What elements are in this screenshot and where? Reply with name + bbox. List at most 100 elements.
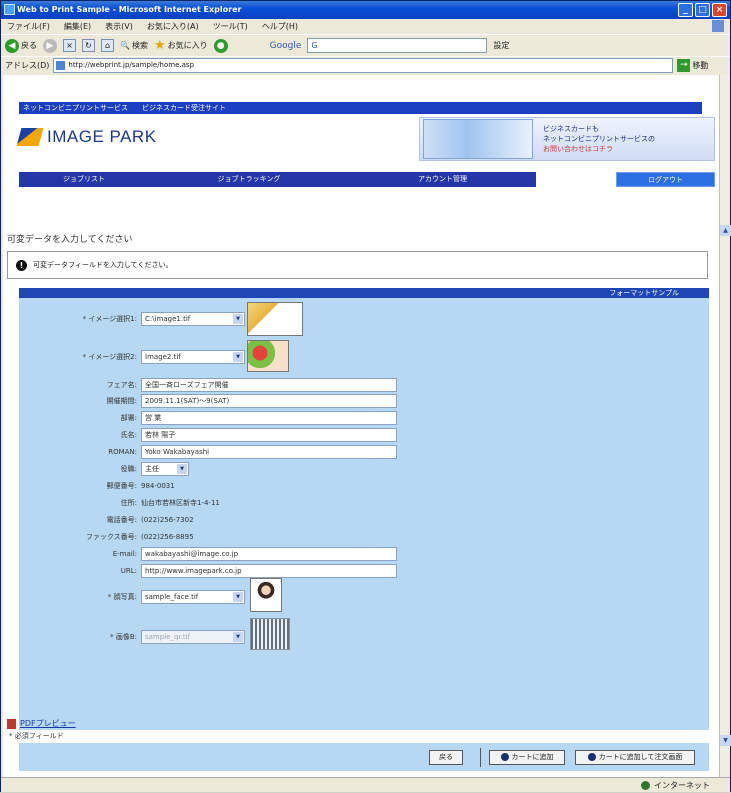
address-bar: アドレス(D) http://webprint.jp/sample/home.a…	[1, 56, 730, 74]
banner-image	[423, 119, 533, 159]
image1-label: * イメージ選択1:	[82, 315, 137, 323]
windows-logo-icon	[712, 20, 724, 32]
scroll-up-icon[interactable]: ▲	[720, 225, 731, 236]
period-input[interactable]: 2009.11.1(SAT)〜9(SAT)	[141, 394, 397, 408]
action-bar: 戻る カートに追加 カートに追加して注文画面	[19, 743, 709, 771]
add-to-cart-button[interactable]: カートに追加	[489, 750, 565, 765]
back-page-button[interactable]: 戻る	[429, 750, 463, 765]
google-label: Google	[269, 40, 302, 51]
dept-label: 部署:	[120, 414, 137, 422]
scroll-down-icon[interactable]: ▼	[720, 735, 731, 746]
pdf-icon	[7, 718, 16, 729]
cart-icon	[587, 753, 596, 761]
menu-bar: ファイル(F) 編集(E) 表示(V) お気に入り(A) ツール(T) ヘルプ(…	[1, 19, 730, 34]
image2-label: * イメージ選択2:	[82, 353, 137, 361]
page-icon	[56, 61, 66, 70]
chevron-down-icon: ▼	[233, 592, 243, 602]
name-input[interactable]: 若林 陽子	[141, 428, 397, 442]
minimize-button[interactable]: _	[678, 3, 693, 17]
maximize-button[interactable]: □	[695, 3, 710, 17]
photo-thumbnail	[250, 578, 282, 612]
menu-tools[interactable]: ツール(T)	[213, 19, 248, 34]
vertical-scrollbar[interactable]: ▲ ▼	[719, 75, 731, 777]
site-logo[interactable]: IMAGE PARK	[16, 127, 157, 147]
security-zone: インターネット	[641, 778, 710, 793]
menu-favorites[interactable]: お気に入り(A)	[147, 19, 199, 34]
back-button[interactable]: ◀ 戻る	[5, 37, 37, 55]
menu-file[interactable]: ファイル(F)	[7, 19, 50, 34]
chevron-down-icon: ▼	[233, 352, 243, 362]
url-label: URL:	[120, 567, 137, 575]
back-arrow-icon: ◀	[5, 38, 19, 53]
banner-line-1: ビジネスカードも	[543, 125, 599, 133]
image1-thumbnail	[247, 302, 303, 336]
tel-label: 電話番号:	[106, 516, 137, 524]
required-note: * 必須フィールド	[9, 732, 64, 740]
menu-edit[interactable]: 編集(E)	[64, 19, 91, 34]
event-input[interactable]: 全国一斉ローズフェア開催	[141, 378, 397, 392]
title-bar: Web to Print Sample - Microsoft Internet…	[1, 1, 730, 19]
banner-line-3: お問い合わせはコチラ	[543, 145, 613, 153]
image1-select[interactable]: C:\image1.tif ▼	[141, 312, 245, 326]
google-search-input[interactable]: G	[307, 38, 488, 53]
add-to-cart-order-button[interactable]: カートに追加して注文画面	[575, 750, 695, 765]
top-link-strip: ネットコンビニプリントサービス ビジネスカード受注サイト	[19, 102, 702, 114]
forward-arrow-icon: ▶	[43, 38, 57, 53]
refresh-icon[interactable]: ↻	[82, 39, 95, 52]
status-bar: インターネット	[1, 777, 730, 792]
variable-data-form: フォーマットサンプル * イメージ選択1: C:\image1.tif ▼ * …	[19, 288, 709, 730]
go-arrow-icon: →	[677, 59, 691, 72]
stop-icon[interactable]: ×	[63, 39, 76, 52]
qr-label: * 画像B:	[110, 633, 137, 641]
close-button[interactable]: ×	[712, 3, 727, 17]
email-input[interactable]: wakabayashi@image.co.jp	[141, 547, 397, 561]
promo-banner[interactable]: ビジネスカードも ネットコンビニプリントサービスの お問い合わせはコチラ	[419, 117, 715, 161]
roman-label: ROMAN:	[108, 448, 137, 456]
nav-account[interactable]: アカウント管理	[349, 172, 536, 187]
logout-button[interactable]: ログアウト	[616, 172, 715, 187]
url-input[interactable]: http://www.imagepark.co.jp	[141, 564, 397, 578]
tel-value: (022)256-7302	[141, 516, 194, 524]
go-button[interactable]: → 移動	[677, 59, 708, 72]
settings-button[interactable]: 設定	[493, 37, 509, 55]
top-link-netconveni[interactable]: ネットコンビニプリントサービス	[23, 102, 128, 114]
star-icon: ★	[153, 38, 166, 53]
top-link-businesscard[interactable]: ビジネスカード受注サイト	[142, 102, 226, 114]
photo-select[interactable]: sample_face.tif ▼	[141, 590, 245, 604]
forward-button[interactable]: ▶	[43, 37, 57, 55]
address-input[interactable]: http://webprint.jp/sample/home.asp	[53, 58, 674, 73]
home-icon[interactable]: ⌂	[101, 39, 114, 52]
nav-joblist[interactable]: ジョブリスト	[19, 172, 149, 187]
ie-icon	[4, 4, 15, 15]
nav-jobtracking[interactable]: ジョブトラッキング	[149, 172, 349, 187]
fax-label: ファックス番号:	[85, 533, 137, 541]
globe-icon	[641, 781, 650, 790]
period-label: 開催期間:	[106, 397, 137, 405]
main-nav: ジョブリスト ジョブトラッキング アカウント管理	[19, 172, 536, 187]
pdf-preview-link[interactable]: PDFプレビュー	[7, 718, 76, 729]
browser-window: Web to Print Sample - Microsoft Internet…	[0, 0, 731, 792]
page-viewport: ネットコンビニプリントサービス ビジネスカード受注サイト IMAGE PARK …	[3, 75, 719, 777]
image2-select[interactable]: Image2.tif ▼	[141, 350, 245, 364]
title-label: 役職:	[120, 465, 137, 473]
toolbar: ◀ 戻る ▶ × ↻ ⌂ 🔍 検索 ★ お気に入り ● Google G 設定	[1, 34, 730, 56]
title-select[interactable]: 主任 ▼	[141, 462, 189, 476]
dept-input[interactable]: 営 業	[141, 411, 397, 425]
chevron-down-icon: ▼	[177, 464, 187, 474]
roman-input[interactable]: Yoko Wakabayashi	[141, 445, 397, 459]
logo-mark-icon	[16, 128, 44, 146]
media-icon[interactable]: ●	[213, 38, 228, 53]
search-button[interactable]: 🔍 検索	[120, 37, 148, 55]
logo-text: IMAGE PARK	[47, 127, 157, 146]
menu-help[interactable]: ヘルプ(H)	[262, 19, 298, 34]
notice-text: 可変データフィールドを入力してください。	[33, 261, 173, 269]
chevron-down-icon: ▼	[233, 632, 243, 642]
window-title: Web to Print Sample - Microsoft Internet…	[17, 5, 242, 14]
qr-select[interactable]: sample_qr.tif ▼	[141, 630, 245, 644]
menu-view[interactable]: 表示(V)	[105, 19, 133, 34]
format-sample-link[interactable]: フォーマットサンプル	[19, 288, 709, 298]
name-label: 氏名:	[120, 431, 137, 439]
favorites-button[interactable]: ★ お気に入り	[154, 37, 208, 55]
chevron-down-icon: ▼	[233, 314, 243, 324]
notice-box: ! 可変データフィールドを入力してください。	[7, 251, 708, 279]
